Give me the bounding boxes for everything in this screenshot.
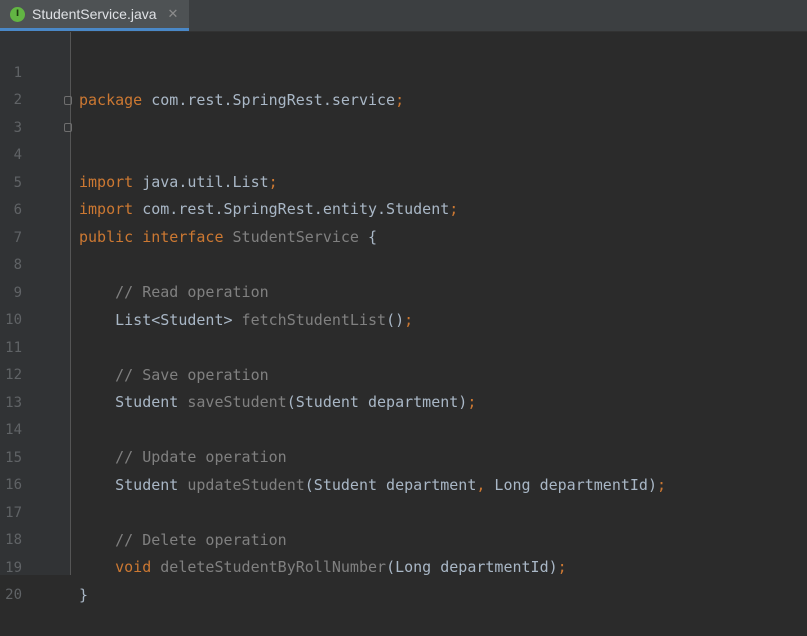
code-line: 12 Student saveStudent(Student departmen… bbox=[0, 335, 807, 411]
code-line: 10 bbox=[0, 280, 807, 328]
code-line: 14 // Update operation bbox=[0, 390, 807, 466]
code-line: 6 public interface StudentService { bbox=[0, 170, 807, 246]
code-line: 7 bbox=[0, 198, 807, 246]
code-line: 8 // Read operation bbox=[0, 225, 807, 301]
code-line: 9 List<Student> fetchStudentList(); bbox=[0, 253, 807, 329]
line-number: 20 bbox=[5, 587, 22, 603]
code-line: 3 import java.util.List; bbox=[0, 88, 807, 191]
code-line: 15 Student updateStudent(Student departm… bbox=[0, 418, 807, 494]
code-line: 4 import com.rest.SpringRest.entity.Stud… bbox=[0, 115, 807, 218]
code-line: 19 } bbox=[0, 528, 807, 604]
closing-brace: } bbox=[79, 586, 89, 604]
code-line: 11 // Save operation bbox=[0, 308, 807, 384]
code-line: 20 bbox=[0, 555, 807, 603]
tab-studentservice-java[interactable]: I StudentService.java ✕ bbox=[0, 0, 189, 31]
code-line: 17 // Delete operation bbox=[0, 473, 807, 549]
code-line: 1 package com.rest.SpringRest.service; bbox=[0, 33, 807, 109]
editor-tab-bar: I StudentService.java ✕ bbox=[0, 0, 807, 32]
tab-title: StudentService.java bbox=[32, 6, 157, 22]
code-editor[interactable]: 1 package com.rest.SpringRest.service; 2… bbox=[0, 32, 807, 604]
interface-file-icon: I bbox=[10, 6, 25, 22]
code-line: 2 bbox=[0, 60, 807, 108]
fold-marker-icon[interactable] bbox=[64, 96, 72, 105]
code-line: 18 void deleteStudentByRollNumber(Long d… bbox=[0, 500, 807, 576]
code-line: 16 bbox=[0, 445, 807, 493]
fold-marker-icon[interactable] bbox=[64, 123, 72, 132]
code-line: 5 bbox=[0, 143, 807, 191]
code-line: 13 bbox=[0, 363, 807, 411]
close-icon[interactable]: ✕ bbox=[168, 7, 179, 22]
